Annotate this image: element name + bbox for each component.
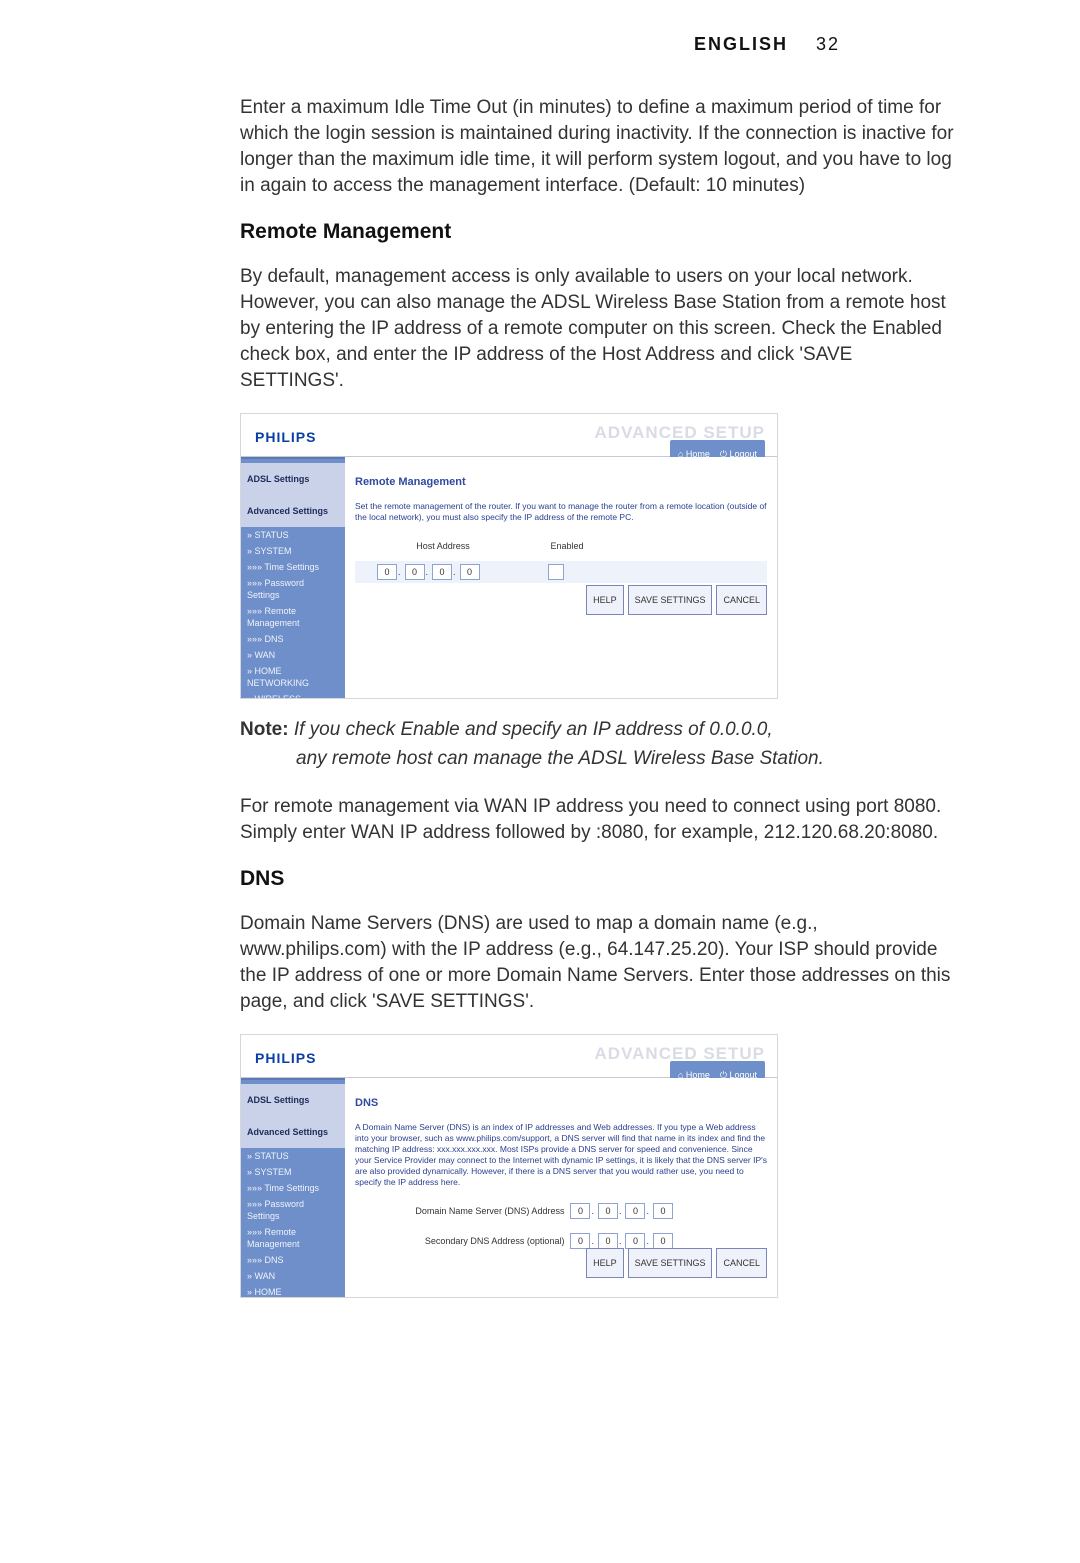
dns-ip-octet[interactable]: 0 bbox=[653, 1233, 673, 1249]
dns-ip-octet[interactable]: 0 bbox=[598, 1233, 618, 1249]
note-line1: Note: If you check Enable and specify an… bbox=[240, 717, 960, 743]
sidebar-item[interactable]: »»» Remote Management bbox=[241, 603, 345, 631]
help-button[interactable]: HELP bbox=[586, 585, 624, 615]
sidebar-item[interactable]: » HOME NETWORKING bbox=[241, 663, 345, 691]
sidebar-item[interactable]: » WAN bbox=[241, 647, 345, 663]
col-host-address: Host Address bbox=[377, 533, 509, 559]
sidebar-item[interactable]: » SYSTEM bbox=[241, 543, 345, 559]
screenshot-topbar: PHILIPS ADVANCED SETUP Home Logout bbox=[241, 414, 777, 457]
dns-secondary-label: Secondary DNS Address (optional) bbox=[425, 1228, 565, 1254]
col-enabled: Enabled bbox=[527, 533, 607, 559]
screenshot-main: DNS A Domain Name Server (DNS) is an ind… bbox=[345, 1078, 777, 1298]
sidebar-item[interactable]: »»» Password Settings bbox=[241, 575, 345, 603]
sidebar-item[interactable]: » SYSTEM bbox=[241, 1164, 345, 1180]
note-label: Note: bbox=[240, 719, 289, 740]
page-header: ENGLISH 32 bbox=[60, 34, 1020, 55]
dns-ip-octet[interactable]: 0 bbox=[570, 1233, 590, 1249]
save-button[interactable]: SAVE SETTINGS bbox=[628, 585, 713, 615]
dns-primary-label: Domain Name Server (DNS) Address bbox=[415, 1198, 564, 1224]
screenshot-main: Remote Management Set the remote managem… bbox=[345, 457, 777, 699]
header-page-number: 32 bbox=[816, 34, 840, 54]
cancel-button[interactable]: CANCEL bbox=[716, 1248, 767, 1278]
help-button[interactable]: HELP bbox=[586, 1248, 624, 1278]
ip-octet-4[interactable]: 0 bbox=[460, 564, 480, 580]
sidebar-item[interactable]: »»» Time Settings bbox=[241, 1180, 345, 1196]
dns-heading: DNS bbox=[240, 866, 960, 892]
header-lang: ENGLISH bbox=[694, 34, 788, 54]
note-text-1: If you check Enable and specify an IP ad… bbox=[294, 719, 773, 740]
save-button[interactable]: SAVE SETTINGS bbox=[628, 1248, 713, 1278]
cancel-button[interactable]: CANCEL bbox=[716, 585, 767, 615]
screenshot-topbar: PHILIPS ADVANCED SETUP Home Logout bbox=[241, 1035, 777, 1078]
page: ENGLISH 32 Enter a maximum Idle Time Out… bbox=[60, 0, 1020, 1563]
dns-ip-octet[interactable]: 0 bbox=[653, 1203, 673, 1219]
page-content: Enter a maximum Idle Time Out (in minute… bbox=[240, 95, 960, 1298]
screenshot-dns: PHILIPS ADVANCED SETUP Home Logout ADSL … bbox=[240, 1034, 778, 1298]
screenshot-sidebar: ADSL Settings Advanced Settings » STATUS… bbox=[241, 1078, 345, 1298]
sidebar-item[interactable]: » WIRELESS bbox=[241, 691, 345, 699]
dns-ip-octet[interactable]: 0 bbox=[625, 1203, 645, 1219]
sidebar-group-advanced: Advanced Settings bbox=[241, 495, 345, 527]
panel-title: Remote Management bbox=[355, 469, 767, 495]
sidebar-group-advanced: Advanced Settings bbox=[241, 1116, 345, 1148]
note-line2: any remote host can manage the ADSL Wire… bbox=[296, 746, 960, 772]
panel-title: DNS bbox=[355, 1090, 767, 1116]
dns-ip-octet[interactable]: 0 bbox=[625, 1233, 645, 1249]
sidebar-item[interactable]: »»» DNS bbox=[241, 631, 345, 647]
screenshot-sidebar: ADSL Settings Advanced Settings » STATUS… bbox=[241, 457, 345, 699]
sidebar-item[interactable]: » HOME NETWORKING bbox=[241, 1284, 345, 1298]
remote-management-body: By default, management access is only av… bbox=[240, 264, 960, 394]
ip-octet-1[interactable]: 0 bbox=[377, 564, 397, 580]
philips-logo: PHILIPS bbox=[255, 1045, 316, 1071]
dns-ip-octet[interactable]: 0 bbox=[570, 1203, 590, 1219]
sidebar-item[interactable]: »»» Password Settings bbox=[241, 1196, 345, 1224]
panel-desc: A Domain Name Server (DNS) is an index o… bbox=[355, 1122, 767, 1188]
after-note-text: For remote management via WAN IP address… bbox=[240, 794, 960, 846]
dns-body: Domain Name Servers (DNS) are used to ma… bbox=[240, 911, 960, 1015]
dns-ip-octet[interactable]: 0 bbox=[598, 1203, 618, 1219]
dns-primary-row: Domain Name Server (DNS) Address 0 0 0 0 bbox=[355, 1198, 677, 1224]
sidebar-item[interactable]: » STATUS bbox=[241, 527, 345, 543]
sidebar-item[interactable]: » WAN bbox=[241, 1268, 345, 1284]
ip-octet-3[interactable]: 0 bbox=[432, 564, 452, 580]
remote-management-heading: Remote Management bbox=[240, 219, 960, 245]
host-address-row: 0 0 0 0 bbox=[355, 561, 767, 583]
screenshot-remote-management: PHILIPS ADVANCED SETUP Home Logout ADSL … bbox=[240, 413, 778, 699]
intro-text: Enter a maximum Idle Time Out (in minute… bbox=[240, 95, 960, 199]
enabled-checkbox[interactable] bbox=[548, 564, 564, 580]
sidebar-group-adsl: ADSL Settings bbox=[241, 463, 345, 495]
panel-desc: Set the remote management of the router.… bbox=[355, 501, 767, 523]
ip-octet-2[interactable]: 0 bbox=[405, 564, 425, 580]
sidebar-group-adsl: ADSL Settings bbox=[241, 1084, 345, 1116]
sidebar-item[interactable]: »»» Time Settings bbox=[241, 559, 345, 575]
philips-logo: PHILIPS bbox=[255, 424, 316, 450]
sidebar-item[interactable]: »»» DNS bbox=[241, 1252, 345, 1268]
sidebar-item[interactable]: »»» Remote Management bbox=[241, 1224, 345, 1252]
sidebar-item[interactable]: » STATUS bbox=[241, 1148, 345, 1164]
